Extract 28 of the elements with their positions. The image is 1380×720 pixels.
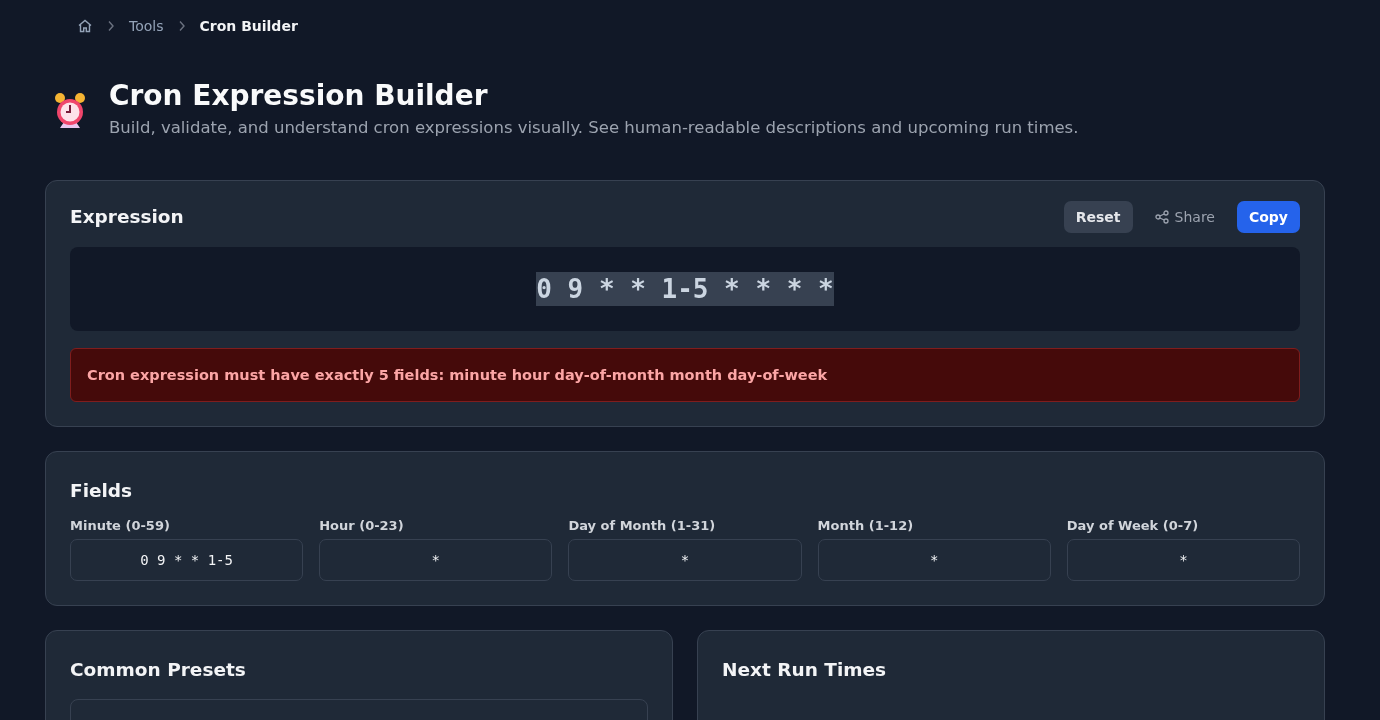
- cron-expression-text[interactable]: 0 9 * * 1-5 * * * *: [536, 272, 834, 306]
- cron-field-input[interactable]: *: [319, 539, 553, 581]
- chevron-right-icon: [107, 20, 115, 32]
- cron-field-input[interactable]: *: [817, 539, 1051, 581]
- card-title: Next Run Times: [722, 658, 888, 682]
- share-button[interactable]: Share: [1142, 201, 1227, 233]
- home-icon[interactable]: [77, 18, 93, 34]
- chevron-right-icon: [177, 20, 186, 32]
- page-subtitle: Build, validate, and understand cron expressions visually. See human-readable descriptions and upcoming run times.: [109, 118, 1079, 137]
- breadcrumb-link[interactable]: Tools: [129, 18, 164, 34]
- reset-button[interactable]: Reset: [1063, 201, 1133, 233]
- field-label: Hour (0-23): [319, 518, 405, 533]
- cron-field-input[interactable]: *: [1066, 539, 1300, 581]
- error-message: Cron expression must have exactly 5 fields: minute hour day-of-month month day-of-week: [70, 348, 1300, 402]
- field-label: Minute (0-59): [70, 518, 171, 533]
- field-label: Day of Month (1-31): [568, 518, 717, 533]
- field-label: Month (1-12): [817, 518, 915, 533]
- card-title: Expression: [70, 205, 184, 229]
- share-icon: [1154, 210, 1169, 224]
- card-title: Common Presets: [70, 658, 247, 682]
- cron-field-input[interactable]: 0 9 * * 1-5: [70, 539, 304, 581]
- current-page-crumb[interactable]: Cron Builder: [199, 18, 298, 34]
- card-title: Fields: [70, 479, 134, 503]
- cron-field-input[interactable]: *: [568, 539, 802, 581]
- page-title: Cron Expression Builder: [109, 78, 489, 114]
- copy-button[interactable]: Copy: [1236, 201, 1300, 233]
- field-label: Day of Week (0-7): [1066, 518, 1200, 533]
- alarm-clock-icon: [53, 92, 87, 130]
